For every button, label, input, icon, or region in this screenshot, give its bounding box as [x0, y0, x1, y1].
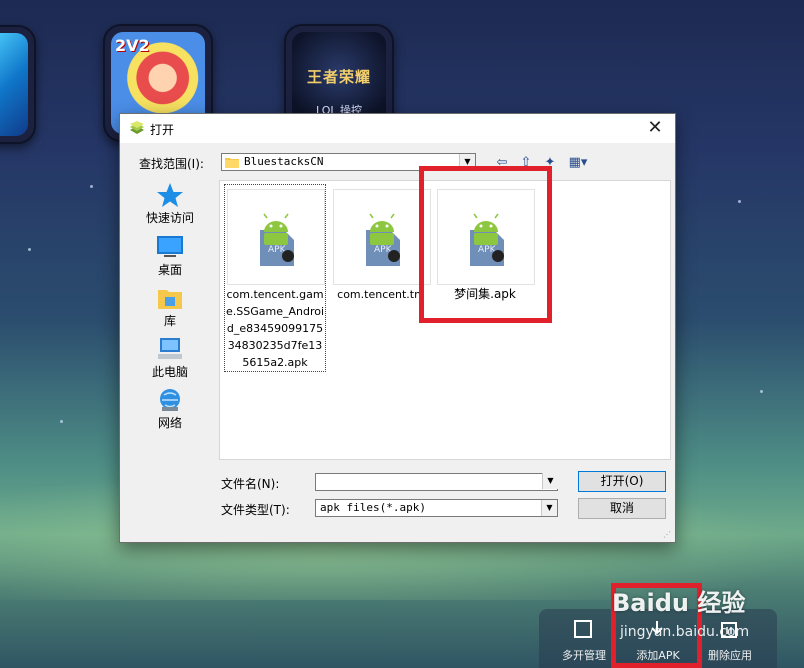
file-item[interactable]: APK com.tencent.game.SSGame_Android_e834… — [224, 184, 326, 372]
file-name: 梦间集.apk — [454, 287, 516, 301]
multi-instance-button[interactable]: 多开管理 — [549, 609, 619, 668]
background-star — [60, 420, 63, 423]
cancel-button[interactable]: 取消 — [578, 498, 666, 519]
filetype-value: apk files(*.apk) — [320, 501, 426, 514]
add-apk-label: 添加APK — [636, 649, 680, 662]
chevron-down-icon[interactable]: ▼ — [459, 154, 475, 170]
close-icon[interactable]: ✕ — [645, 118, 665, 138]
multi-instance-label: 多开管理 — [562, 649, 606, 662]
filename-dropdown[interactable]: ▼ — [541, 473, 558, 491]
lookin-value: BluestacksCN — [244, 155, 324, 168]
app-label: 王者荣耀 — [306, 68, 371, 86]
file-thumbnail: APK — [227, 189, 325, 285]
place-label: 网络 — [157, 416, 182, 430]
filename-field[interactable]: ▼ — [315, 473, 558, 491]
chevron-down-icon[interactable]: ▼ — [542, 473, 558, 489]
place-label: 快速访问 — [145, 211, 194, 225]
file-item-mengjianji[interactable]: APK 梦间集.apk — [435, 185, 535, 305]
background-star — [90, 185, 93, 188]
place-label: 桌面 — [157, 263, 182, 277]
file-name: com.tencent.tm — [337, 288, 425, 301]
computer-icon — [158, 338, 182, 359]
up-folder-icon[interactable]: ⇧ — [517, 154, 535, 172]
place-this-pc[interactable]: 此电脑 — [140, 336, 200, 384]
new-folder-icon[interactable]: ✦ — [541, 154, 559, 172]
library-icon — [158, 290, 182, 309]
desktop-icon — [157, 236, 183, 257]
place-network[interactable]: 网络 — [140, 387, 200, 435]
dialog-titlebar[interactable]: 打开 ✕ — [120, 114, 675, 143]
network-icon — [160, 389, 180, 411]
file-item[interactable]: APK com.tencent.tm — [331, 185, 431, 305]
star-icon — [157, 183, 183, 207]
apk-android-icon: APK — [470, 213, 504, 266]
dialog-title: 打开 — [150, 123, 175, 137]
lookin-label: 查找范围(I): — [139, 157, 204, 171]
file-list[interactable]: APK com.tencent.game.SSGame_Android_e834… — [219, 180, 671, 460]
place-library[interactable]: 库 — [140, 285, 200, 333]
place-desktop[interactable]: 桌面 — [140, 234, 200, 282]
background-star — [28, 248, 31, 251]
app-label: 2V2 — [115, 36, 150, 55]
background-star — [760, 390, 763, 393]
view-menu-icon[interactable]: ▦▾ — [565, 154, 591, 172]
place-label: 此电脑 — [151, 365, 188, 379]
place-quick-access[interactable]: 快速访问 — [140, 182, 200, 230]
back-icon[interactable]: ⇦ — [493, 154, 511, 172]
filetype-label: 文件类型(T): — [221, 503, 290, 517]
app-artwork — [0, 33, 28, 136]
background-star — [738, 200, 741, 203]
file-thumbnail: APK — [333, 189, 431, 285]
open-button[interactable]: 打开(O) — [578, 471, 666, 492]
baidu-watermark-url: jingyan.baidu.com — [620, 624, 750, 640]
delete-app-label: 删除应用 — [708, 649, 752, 662]
file-name: com.tencent.game.SSGame_Android_e8345909… — [225, 288, 325, 369]
apk-android-icon: APK — [260, 213, 294, 266]
filetype-select[interactable]: apk files(*.apk) ▼ — [315, 499, 558, 517]
file-thumbnail: APK — [437, 189, 535, 285]
multi-instance-icon — [574, 620, 592, 638]
resize-grip-icon[interactable]: ⋰ — [663, 530, 673, 540]
lookin-select[interactable]: BluestacksCN ▼ — [221, 153, 476, 171]
folder-icon — [225, 158, 239, 168]
chevron-down-icon[interactable]: ▼ — [541, 500, 557, 516]
apk-android-icon: APK — [366, 213, 400, 266]
bluestacks-icon — [130, 121, 144, 134]
open-file-dialog: 打开 ✕ 查找范围(I): BluestacksCN ▼ ⇦ ⇧ ✦ ▦▾ 快速… — [119, 113, 676, 543]
filename-label: 文件名(N): — [221, 477, 280, 491]
place-label: 库 — [163, 314, 176, 328]
baidu-watermark: Baidu 经验 — [612, 589, 746, 617]
app-icon-partial[interactable] — [0, 25, 36, 144]
